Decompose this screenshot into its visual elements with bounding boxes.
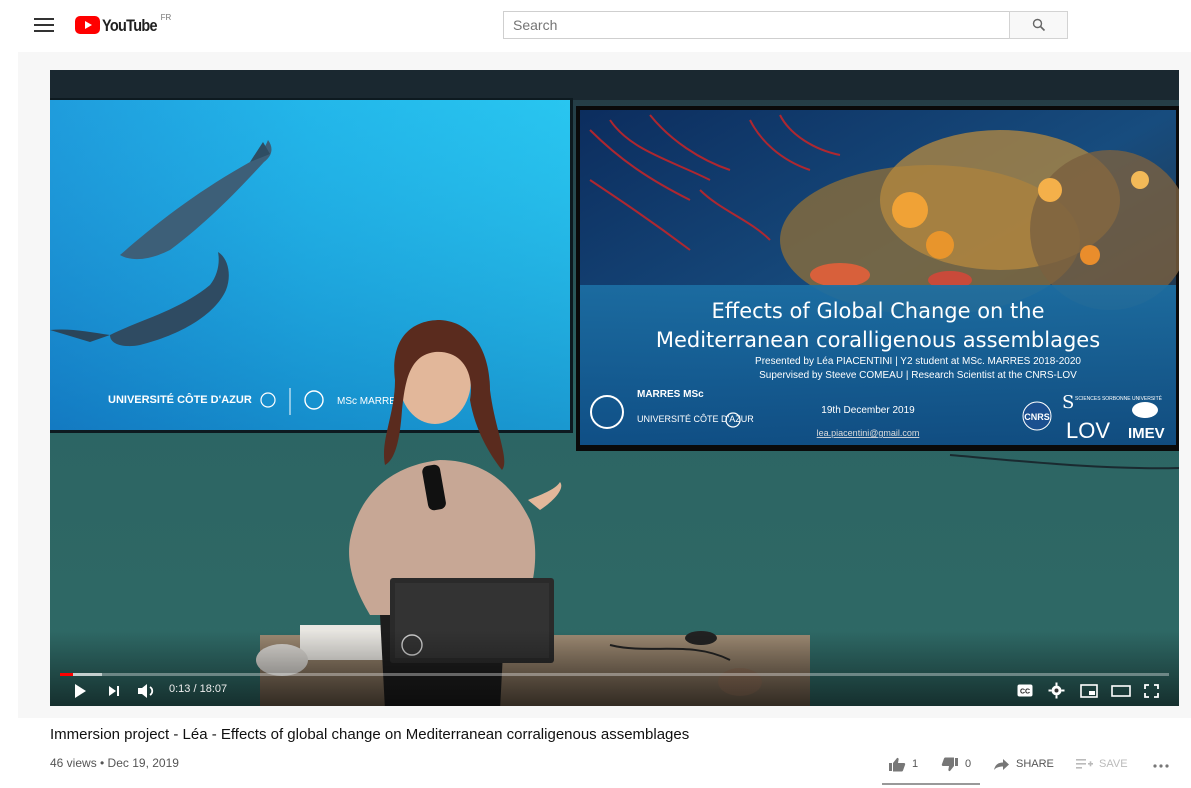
next-icon[interactable] <box>108 685 120 697</box>
time-display: 0:13 / 18:07 <box>169 683 228 695</box>
share-icon <box>994 758 1009 770</box>
save-label: SAVE <box>1099 758 1128 770</box>
slide-program: MARRES MSc <box>637 389 704 400</box>
settings-icon[interactable] <box>1048 682 1065 699</box>
thumbs-down-icon <box>941 757 958 771</box>
youtube-play-logo-icon <box>75 16 100 34</box>
slide-logo-imev: IMEV <box>1128 425 1165 442</box>
save-button[interactable]: SAVE <box>1076 752 1128 776</box>
slide-presented-by: Presented by Léa PIACENTINI | Y2 student… <box>755 356 1081 367</box>
fullscreen-icon[interactable] <box>1144 684 1159 698</box>
slide-logo-cnrs: CNRS <box>1024 412 1050 422</box>
video-player[interactable]: UNIVERSITÉ CÔTE D'AZUR MSc MARRES Effect… <box>50 70 1179 706</box>
video-title: Immersion project - Léa - Effects of glo… <box>50 726 690 743</box>
thumbs-up-icon <box>889 757 906 771</box>
share-label: SHARE <box>1016 758 1054 770</box>
search-bar <box>503 11 1068 39</box>
video-frame: UNIVERSITÉ CÔTE D'AZUR MSc MARRES Effect… <box>50 70 1179 706</box>
search-icon <box>1032 18 1046 32</box>
sorbonne-logo-icon: S <box>1062 392 1074 413</box>
imev-logo-icon <box>1132 402 1158 418</box>
slide-email: lea.piacentini@gmail.com <box>817 428 920 438</box>
logo-text: YouTube <box>102 16 158 35</box>
like-count: 1 <box>912 758 919 770</box>
top-bar: YouTube FR <box>0 0 1191 50</box>
search-button[interactable] <box>1009 11 1068 39</box>
slide-left-university: UNIVERSITÉ CÔTE D'AZUR <box>108 393 252 406</box>
player-controls: 0:13 / 18:07 CC <box>50 673 1179 706</box>
country-code: FR <box>160 13 172 22</box>
video-meta: 46 views • Dec 19, 2019 <box>50 756 179 770</box>
more-actions-button[interactable] <box>1152 756 1170 774</box>
play-icon[interactable] <box>73 683 87 699</box>
search-input[interactable] <box>503 11 1018 39</box>
progress-fill <box>60 673 74 676</box>
share-button[interactable]: SHARE <box>993 752 1054 776</box>
sentiment-bar <box>882 783 980 785</box>
subtitles-icon[interactable]: CC <box>1017 684 1033 697</box>
dislike-count: 0 <box>965 758 972 770</box>
dislike-button[interactable]: 0 <box>941 752 971 776</box>
theater-icon[interactable] <box>1111 685 1131 697</box>
slide-logo-lov: LOV <box>1066 418 1110 443</box>
playlist-add-icon <box>1076 759 1093 769</box>
svg-text:CC: CC <box>1020 689 1030 696</box>
menu-icon[interactable] <box>34 15 54 33</box>
volume-icon[interactable] <box>137 683 157 699</box>
progress-bar[interactable] <box>60 673 1169 676</box>
slide-date: 19th December 2019 <box>821 405 915 416</box>
youtube-logo[interactable]: YouTube FR <box>75 13 171 37</box>
slide-supervised-by: Supervised by Steeve COMEAU | Research S… <box>759 370 1077 381</box>
miniplayer-icon[interactable] <box>1080 684 1098 698</box>
slide-logo-sorbonne: SCIENCES SORBONNE UNIVERSITÉ <box>1075 395 1163 402</box>
slide-title-line2: Mediterranean coralligenous assemblages <box>656 328 1100 352</box>
more-horizontal-icon <box>1153 764 1169 768</box>
video-actions: 1 0 SHARE SAVE <box>880 752 1180 778</box>
slide-title-line1: Effects of Global Change on the <box>711 299 1044 323</box>
slide-university: UNIVERSITÉ CÔTE D'AZUR <box>637 414 754 424</box>
like-button[interactable]: 1 <box>888 752 918 776</box>
